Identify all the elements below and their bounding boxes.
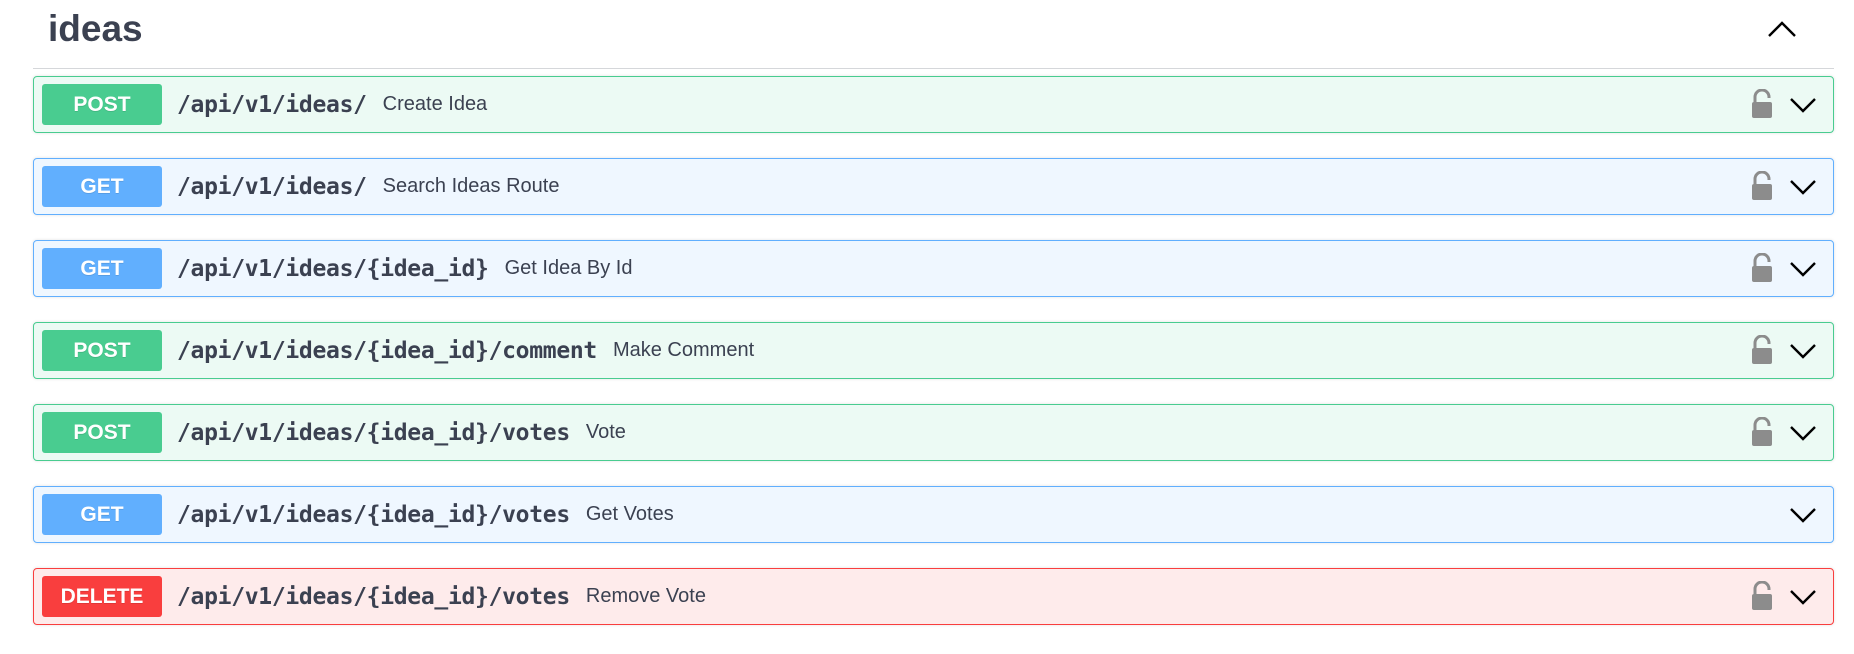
method-badge: POST — [42, 412, 162, 453]
opblock-post[interactable]: POST/api/v1/ideas/{idea_id}/comment Make … — [33, 322, 1834, 379]
chevron-down-icon[interactable] — [1788, 504, 1818, 526]
method-badge: GET — [42, 248, 162, 289]
lock-icon[interactable] — [1750, 580, 1774, 611]
lock-icon[interactable] — [1750, 88, 1774, 119]
chevron-down-icon[interactable] — [1788, 340, 1818, 362]
endpoint-path: /api/v1/ideas/ — [177, 173, 367, 200]
endpoint-summary: Remove Vote — [585, 585, 706, 607]
endpoint-path: /api/v1/ideas/{idea_id}/votes — [177, 501, 570, 528]
lock-icon[interactable] — [1750, 170, 1774, 201]
operations-list: POST/api/v1/ideas/Create Idea GET/api/v1… — [33, 76, 1834, 650]
opblock-delete[interactable]: DELETE/api/v1/ideas/{idea_id}/votes Remov… — [33, 568, 1834, 625]
method-badge: POST — [42, 84, 162, 125]
chevron-down-icon[interactable] — [1788, 422, 1818, 444]
method-badge: POST — [42, 330, 162, 371]
chevron-down-icon[interactable] — [1788, 94, 1818, 116]
opblock-get[interactable]: GET/api/v1/ideas/Search Ideas Route — [33, 158, 1834, 215]
lock-icon[interactable] — [1750, 416, 1774, 447]
lock-icon[interactable] — [1750, 252, 1774, 283]
endpoint-path: /api/v1/ideas/{idea_id}/votes — [177, 419, 570, 446]
endpoint-summary: Create Idea — [382, 93, 488, 115]
chevron-up-icon[interactable] — [1766, 16, 1798, 42]
method-badge: DELETE — [42, 576, 162, 617]
chevron-down-icon[interactable] — [1788, 176, 1818, 198]
opblock-post[interactable]: POST/api/v1/ideas/{idea_id}/votes Vote — [33, 404, 1834, 461]
opblock-get[interactable]: GET/api/v1/ideas/{idea_id} Get Idea By Id — [33, 240, 1834, 297]
method-badge: GET — [42, 494, 162, 535]
opblock-post[interactable]: POST/api/v1/ideas/Create Idea — [33, 76, 1834, 133]
section-title: ideas — [48, 8, 143, 49]
opblock-get[interactable]: GET/api/v1/ideas/{idea_id}/votes Get Vote… — [33, 486, 1834, 543]
endpoint-summary: Get Idea By Id — [504, 257, 633, 279]
chevron-down-icon[interactable] — [1788, 258, 1818, 280]
endpoint-summary: Search Ideas Route — [382, 175, 560, 197]
tag-section-ideas: ideas — [33, 0, 1834, 69]
lock-icon[interactable] — [1750, 334, 1774, 365]
endpoint-path: /api/v1/ideas/{idea_id}/comment — [177, 337, 597, 364]
chevron-down-icon[interactable] — [1788, 586, 1818, 608]
endpoint-summary: Make Comment — [612, 339, 755, 361]
endpoint-summary: Vote — [585, 421, 626, 443]
method-badge: GET — [42, 166, 162, 207]
tag-section-header[interactable]: ideas — [33, 0, 1834, 69]
endpoint-path: /api/v1/ideas/ — [177, 91, 367, 118]
endpoint-path: /api/v1/ideas/{idea_id} — [177, 255, 489, 282]
endpoint-path: /api/v1/ideas/{idea_id}/votes — [177, 583, 570, 610]
endpoint-summary: Get Votes — [585, 503, 674, 525]
